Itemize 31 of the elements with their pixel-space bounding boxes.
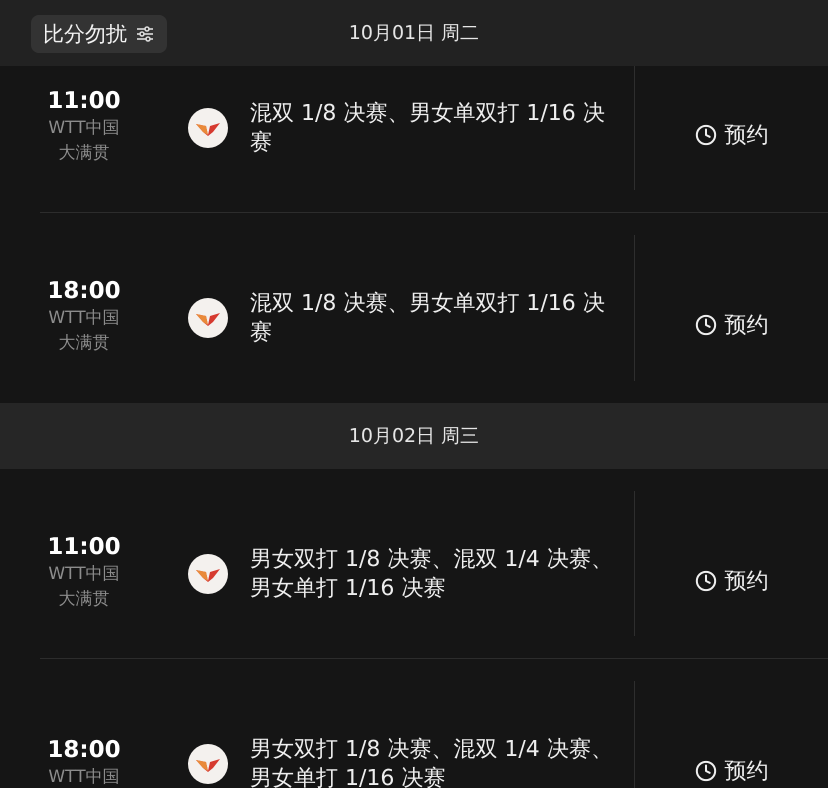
- match-title: 混双 1/8 决赛、男女单双打 1/16 决赛: [250, 100, 606, 156]
- clock-icon: [694, 314, 716, 336]
- logo-icon: [188, 298, 228, 338]
- clock-icon: [694, 124, 716, 146]
- league-name: 大满贯: [58, 142, 110, 164]
- reserve-button[interactable]: 预约: [694, 566, 768, 596]
- match-title: 男女双打 1/8 决赛、混双 1/4 决赛、男女单打 1/16 决赛: [250, 546, 614, 602]
- league-name: WTT中国: [48, 116, 120, 140]
- date-header: 10月01日 周二: [348, 21, 480, 46]
- reserve-button[interactable]: 预约: [694, 120, 768, 150]
- league-name: WTT中国: [48, 562, 120, 586]
- match-title: 男女双打 1/8 决赛、混双 1/4 决赛、男女单打 1/16 决赛: [250, 736, 614, 788]
- clock-icon: [694, 570, 716, 592]
- reserve-button[interactable]: 预约: [694, 310, 768, 340]
- league-name: 大满贯: [58, 588, 110, 610]
- match-time: 11:00: [47, 86, 121, 116]
- date-header: 10月02日 周三: [348, 424, 480, 449]
- filter-button[interactable]: 比分勿扰: [31, 15, 167, 53]
- match-time: 11:00: [47, 532, 121, 562]
- match-time: 18:00: [47, 277, 121, 306]
- clock-icon: [694, 760, 716, 782]
- league-name: WTT中国: [48, 766, 120, 788]
- logo-icon: [188, 108, 228, 148]
- match-time: 18:00: [47, 736, 121, 764]
- logo-icon: [188, 744, 228, 784]
- match-title: 混双 1/8 决赛、男女单双打 1/16 决赛: [250, 290, 606, 347]
- reserve-button[interactable]: 预约: [694, 756, 768, 786]
- sliders-icon: [135, 24, 155, 44]
- logo-icon: [188, 554, 228, 594]
- league-name: 大满贯: [58, 332, 110, 355]
- league-name: WTT中国: [48, 307, 120, 330]
